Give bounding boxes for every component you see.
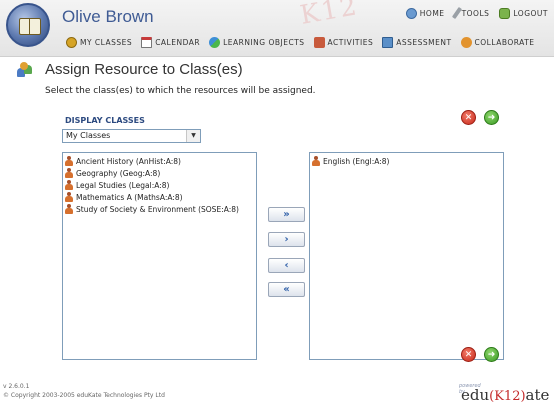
nav-logout-label: LOGOUT bbox=[513, 8, 548, 18]
class-label: Ancient History (AnHist:A:8) bbox=[76, 156, 181, 166]
person-icon bbox=[65, 168, 73, 178]
class-label: Geography (Geog:A:8) bbox=[76, 168, 161, 178]
nav-learning-objects-label: LEARNING OBJECTS bbox=[223, 38, 305, 47]
go-button-bottom[interactable]: ➜ bbox=[484, 347, 499, 362]
nav-home[interactable]: HOME bbox=[405, 7, 445, 19]
available-classes-list[interactable]: Ancient History (AnHist:A:8) Geography (… bbox=[62, 152, 257, 360]
nav-assessment-label: ASSESSMENT bbox=[396, 38, 452, 47]
calendar-icon bbox=[141, 37, 153, 48]
nav-my-classes-label: MY CLASSES bbox=[80, 38, 133, 47]
nav-collaborate-label: COLLABORATE bbox=[474, 38, 535, 47]
nav-calendar[interactable]: CALENDAR bbox=[141, 37, 200, 48]
display-classes-value: My Classes bbox=[66, 131, 111, 140]
class-label: Mathematics A (MathsA:A:8) bbox=[76, 192, 183, 202]
chevron-down-icon[interactable]: ▼ bbox=[186, 130, 200, 142]
nav-learning-objects[interactable]: LEARNING OBJECTS bbox=[209, 37, 304, 48]
k12-watermark: K12 bbox=[297, 0, 361, 31]
person-icon bbox=[65, 192, 73, 202]
person-icon bbox=[65, 156, 73, 166]
page-title: Assign Resource to Class(es) bbox=[45, 61, 243, 78]
assign-classes-icon bbox=[17, 62, 33, 78]
logo-suffix: ate bbox=[525, 386, 550, 404]
activities-icon bbox=[313, 37, 325, 48]
copyright-text: © Copyright 2003-2005 eduKate Technologi… bbox=[3, 392, 165, 399]
list-item[interactable]: Ancient History (AnHist:A:8) bbox=[63, 155, 256, 167]
instructions-text: Select the class(es) to which the resour… bbox=[45, 86, 316, 96]
display-classes-label: DISPLAY CLASSES bbox=[65, 116, 145, 125]
nav-assessment[interactable]: ASSESSMENT bbox=[382, 37, 451, 48]
person-icon bbox=[65, 180, 73, 190]
nav-collaborate[interactable]: COLLABORATE bbox=[460, 37, 535, 48]
logo-wordmark: edu(K12)ate bbox=[461, 386, 549, 404]
list-item[interactable]: Mathematics A (MathsA:A:8) bbox=[63, 191, 256, 203]
class-label: Study of Society & Environment (SOSE:A:8… bbox=[76, 204, 239, 214]
display-classes-select[interactable]: My Classes ▼ bbox=[62, 129, 201, 143]
nav-logout[interactable]: LOGOUT bbox=[499, 7, 548, 19]
nav-home-label: HOME bbox=[419, 8, 445, 18]
header-bar: Olive Brown K12 HOME TOOLS LOGOUT MY CLA… bbox=[0, 0, 554, 57]
nav-activities[interactable]: ACTIVITIES bbox=[313, 37, 374, 48]
learning-objects-icon bbox=[209, 37, 221, 48]
remove-button[interactable]: ‹ bbox=[268, 258, 305, 273]
remove-all-button[interactable]: « bbox=[268, 282, 305, 297]
classes-icon bbox=[66, 37, 77, 48]
add-all-button[interactable]: » bbox=[268, 207, 305, 222]
book-icon bbox=[19, 18, 41, 35]
logo-k12: (K12) bbox=[489, 389, 526, 404]
collaborate-icon bbox=[460, 37, 472, 48]
class-label: English (Engl:A:8) bbox=[323, 156, 390, 166]
nav-activities-label: ACTIVITIES bbox=[327, 38, 374, 47]
user-avatar bbox=[6, 3, 50, 47]
selected-classes-list[interactable]: English (Engl:A:8) bbox=[309, 152, 504, 360]
home-icon bbox=[405, 7, 417, 19]
person-icon bbox=[65, 204, 73, 214]
person-icon bbox=[312, 156, 320, 166]
nav-tools-label: TOOLS bbox=[461, 8, 490, 18]
list-item[interactable]: Geography (Geog:A:8) bbox=[63, 167, 256, 179]
assessment-icon bbox=[382, 37, 394, 48]
logout-icon bbox=[499, 7, 511, 19]
class-label: Legal Studies (Legal:A:8) bbox=[76, 180, 170, 190]
list-item[interactable]: Legal Studies (Legal:A:8) bbox=[63, 179, 256, 191]
cancel-button-bottom[interactable]: ✕ bbox=[461, 347, 476, 362]
top-nav: HOME TOOLS LOGOUT bbox=[405, 6, 548, 20]
add-button[interactable]: › bbox=[268, 232, 305, 247]
main-nav: MY CLASSES CALENDAR LEARNING OBJECTS ACT… bbox=[66, 37, 535, 48]
nav-tools[interactable]: TOOLS bbox=[451, 6, 490, 20]
nav-calendar-label: CALENDAR bbox=[155, 38, 201, 47]
go-button[interactable]: ➜ bbox=[484, 110, 499, 125]
cancel-button[interactable]: ✕ bbox=[461, 110, 476, 125]
nav-my-classes[interactable]: MY CLASSES bbox=[66, 37, 132, 48]
username: Olive Brown bbox=[62, 7, 154, 26]
list-item[interactable]: Study of Society & Environment (SOSE:A:8… bbox=[63, 203, 256, 215]
version-text: v 2.6.0.1 bbox=[3, 383, 30, 390]
tools-icon bbox=[451, 6, 462, 20]
logo-prefix: edu bbox=[461, 386, 490, 404]
list-item[interactable]: English (Engl:A:8) bbox=[310, 155, 503, 167]
